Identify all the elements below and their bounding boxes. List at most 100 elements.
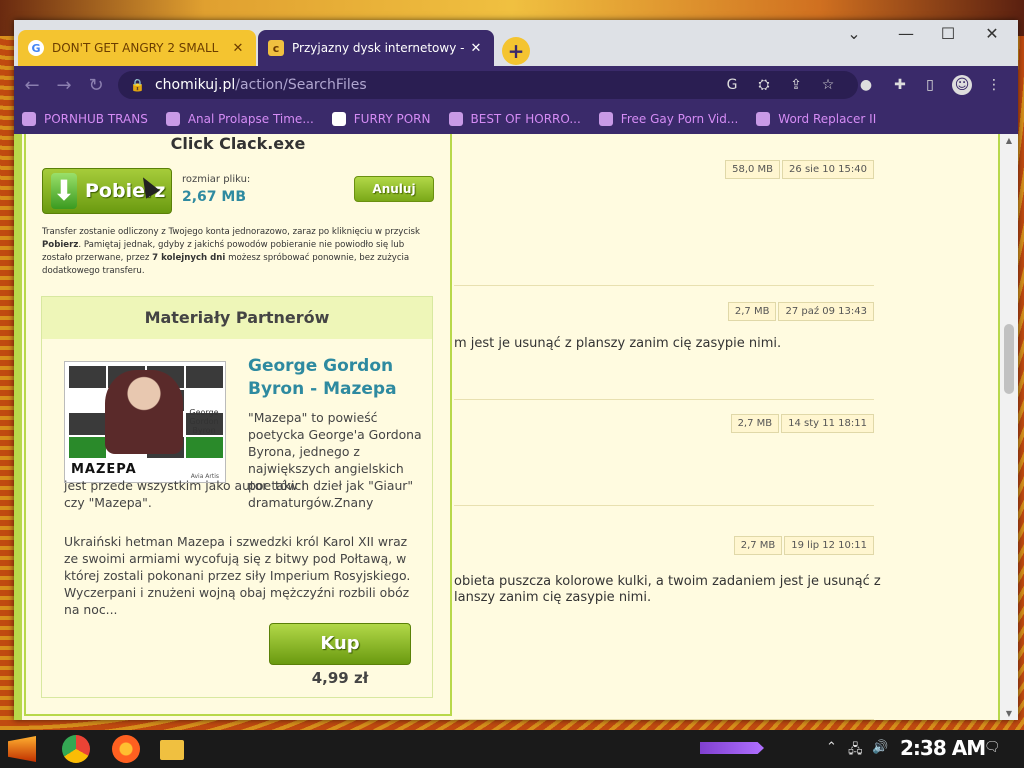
result-row[interactable]: 2,7 MB 14 sty 11 18:11 <box>454 402 874 506</box>
maximize-button[interactable]: ☐ <box>928 24 968 43</box>
book-cover[interactable]: George Gordon Byron MAZEPA Avia Artis <box>64 361 226 483</box>
cover-title: MAZEPA <box>71 462 137 477</box>
tab-search-icon[interactable]: ⌄ <box>834 24 874 43</box>
url-path: /action/SearchFiles <box>235 77 367 93</box>
result-meta: 2,7 MB 14 sty 11 18:11 <box>729 414 874 433</box>
firefox-icon[interactable] <box>112 735 140 763</box>
address-bar[interactable]: 🔒 chomikuj.pl /action/SearchFiles <box>118 71 858 99</box>
result-meta: 2,7 MB 19 lip 12 10:11 <box>732 536 874 555</box>
cover-tile <box>186 436 223 458</box>
file-size: 2,7 MB <box>733 536 783 555</box>
bookmark-icon <box>448 112 463 126</box>
portrait-image <box>105 370 183 454</box>
bookmark-item[interactable]: PORNHUB TRANS <box>22 112 148 126</box>
google-lens-icon[interactable]: G <box>722 75 742 95</box>
file-size: 2,7 MB <box>727 302 777 321</box>
bookmark-item[interactable]: Word Replacer II <box>756 112 876 126</box>
tab-title: Przyjazny dysk internetowy - C <box>292 41 468 55</box>
result-row[interactable]: 2,7 MB 27 paź 09 13:43 m jest je usunąć … <box>454 288 874 400</box>
file-date: 19 lip 12 10:11 <box>784 536 874 555</box>
back-icon[interactable]: ← <box>16 75 48 96</box>
partner-materials: Materiały Partnerów George Gordon Byron … <box>41 296 433 698</box>
scroll-down-icon[interactable]: ▼ <box>1000 709 1018 718</box>
cover-tile <box>69 389 106 411</box>
download-arrow-icon: ⬇ <box>51 173 77 209</box>
start-button[interactable] <box>8 736 36 762</box>
volume-icon[interactable]: 🔊 <box>872 740 888 755</box>
close-icon[interactable]: ✕ <box>230 41 246 56</box>
clock[interactable]: 2:38 AM <box>900 736 986 760</box>
url-domain: chomikuj.pl <box>154 77 236 93</box>
bookmark-item[interactable]: FURRY PORN <box>331 112 431 126</box>
partners-heading: Materiały Partnerów <box>42 297 432 339</box>
reload-icon[interactable]: ↻ <box>80 75 112 96</box>
close-icon[interactable]: ✕ <box>468 41 484 56</box>
bookmark-item[interactable]: BEST OF HORRO... <box>448 112 581 126</box>
browser-window: G DON'T GET ANGRY 2 SMALL ✕ c Przyjazny … <box>14 20 1018 720</box>
chomikuj-icon: c <box>268 40 284 56</box>
download-dialog: Click Clack.exe ⬇ Pobierz rozmiar pliku:… <box>24 134 452 716</box>
bookmark-icon <box>756 112 771 126</box>
extensions-puzzle-icon[interactable]: ✚ <box>890 75 910 95</box>
tab-chomikuj[interactable]: c Przyjazny dysk internetowy - C ✕ <box>258 30 494 66</box>
taskbar-decoration <box>700 742 764 754</box>
result-row[interactable]: 58,0 MB 26 sie 10 15:40 <box>454 146 874 286</box>
extension-avatar-icon[interactable]: ● <box>856 75 876 95</box>
bookmark-star-icon[interactable]: ☆ <box>818 75 838 95</box>
result-description: m jest je usunąć z planszy zanim cię zas… <box>454 336 782 351</box>
scroll-up-icon[interactable]: ▲ <box>1000 136 1018 145</box>
lock-icon: 🔒 <box>130 78 145 92</box>
result-meta: 58,0 MB 26 sie 10 15:40 <box>723 160 874 179</box>
translate-icon[interactable]: ⛭ <box>754 75 774 95</box>
scrollbar-thumb[interactable] <box>1004 324 1014 394</box>
file-date: 27 paź 09 13:43 <box>778 302 874 321</box>
profile-icon[interactable]: ☺ <box>952 75 972 95</box>
bookmark-item[interactable]: Free Gay Porn Vid... <box>598 112 738 126</box>
folder-icon[interactable] <box>160 740 184 760</box>
cover-tile <box>186 366 223 388</box>
cover-author: George Gordon Byron <box>189 408 219 435</box>
book-price: 4,99 zł <box>311 669 369 687</box>
file-name: Click Clack.exe <box>170 134 306 153</box>
google-icon: G <box>28 40 44 56</box>
share-icon[interactable]: ⇪ <box>786 75 806 95</box>
result-meta: 2,7 MB 27 paź 09 13:43 <box>726 302 874 321</box>
result-description: lanszy zanim cię zasypie nimi. <box>454 590 652 605</box>
book-description: Ukraiński hetman Mazepa i szwedzki król … <box>64 534 411 617</box>
chevron-up-icon[interactable]: ⌃ <box>826 740 837 755</box>
close-window-button[interactable]: ✕ <box>972 24 1012 43</box>
book-title-link[interactable]: George Gordon Byron - Mazepa <box>248 355 418 401</box>
tab-title: DON'T GET ANGRY 2 SMALL <box>52 41 219 55</box>
file-size-value: 2,67 MB <box>182 189 247 205</box>
chrome-icon[interactable] <box>62 735 90 763</box>
file-size-label: rozmiar pliku: <box>182 174 251 185</box>
tab-dont-get-angry[interactable]: G DON'T GET ANGRY 2 SMALL ✕ <box>18 30 256 66</box>
file-date: 26 sie 10 15:40 <box>782 160 874 179</box>
cancel-button[interactable]: Anuluj <box>354 176 434 202</box>
new-tab-button[interactable]: + <box>502 37 530 65</box>
bookmark-icon <box>22 112 36 126</box>
side-panel-icon[interactable]: ▯ <box>920 75 940 95</box>
cover-tile <box>69 436 106 458</box>
page-content: 58,0 MB 26 sie 10 15:40 2,7 MB 27 paź 09… <box>14 134 1018 720</box>
minimize-button[interactable]: — <box>886 24 926 43</box>
book-description: jest przede wszystkim jako autor takich … <box>64 478 414 510</box>
buy-button[interactable]: Kup <box>269 623 411 665</box>
bookmarks-bar: PORNHUB TRANS Anal Prolapse Time... FURR… <box>14 104 1018 134</box>
page-scrollbar[interactable]: ▲ ▼ <box>1000 134 1018 720</box>
result-description: obieta puszcza kolorowe kulki, a twoim z… <box>454 574 881 589</box>
network-icon[interactable]: 🖧 <box>848 740 863 762</box>
bookmark-icon <box>598 112 613 126</box>
cover-tile <box>69 366 106 388</box>
cover-tile <box>69 413 106 435</box>
file-size: 2,7 MB <box>730 414 780 433</box>
transfer-notice: Transfer zostanie odliczony z Twojego ko… <box>42 227 420 276</box>
bookmark-icon <box>331 112 346 126</box>
menu-dots-icon[interactable]: ⋮ <box>984 75 1004 95</box>
result-row[interactable]: 2,7 MB 19 lip 12 10:11 obieta puszcza ko… <box>454 508 881 720</box>
bookmark-icon <box>165 112 180 126</box>
bookmark-item[interactable]: Anal Prolapse Time... <box>165 112 314 126</box>
browser-toolbar: ← → ↻ 🔒 chomikuj.pl /action/SearchFiles … <box>14 66 1018 104</box>
notifications-icon[interactable]: 🗨 <box>984 740 1001 755</box>
forward-icon[interactable]: → <box>48 75 80 96</box>
